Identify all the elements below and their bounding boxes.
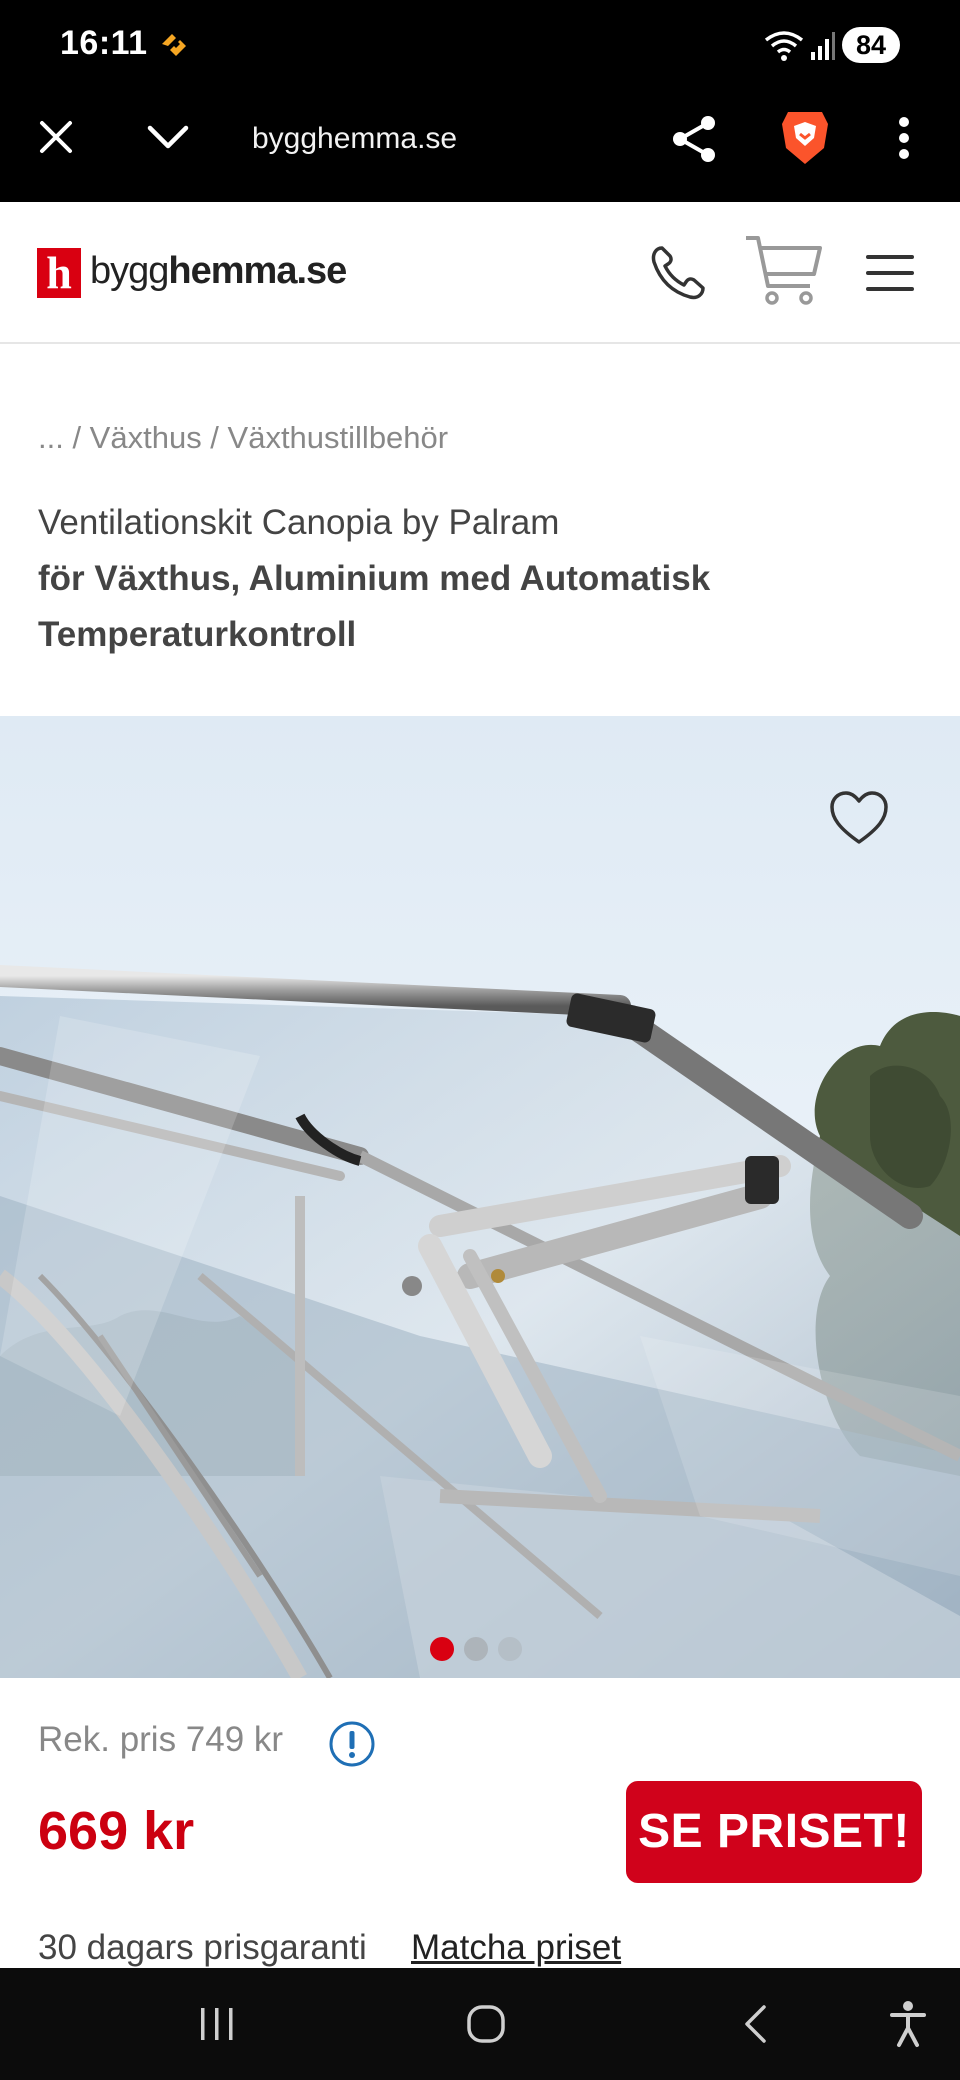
product-title-line1: för Växthus, Aluminium med Automatisk [38,559,711,598]
breadcrumb[interactable]: ... / Växthus / Växthustillbehör [38,420,448,456]
logo-mark[interactable]: h [37,248,81,298]
signal-icon [811,32,835,60]
close-icon[interactable] [38,119,74,155]
browser-toolbar: bygghemma.se [0,92,960,202]
chevron-down-icon[interactable] [146,122,190,152]
gallery-dot[interactable] [498,1637,522,1661]
brave-wallet-icon [162,34,186,56]
current-price: 669 kr [38,1801,195,1861]
status-bar: 16:11 84 [0,0,960,92]
phone-icon[interactable] [648,242,708,302]
recents-icon[interactable] [198,2006,236,2042]
greenhouse-vent-photo [0,716,960,1678]
product-title: Ventilationskit Canopia by Palram för Vä… [38,495,918,663]
product-image[interactable] [0,716,960,1678]
brave-lion-icon[interactable] [780,108,830,166]
logo-text-regular: bygg [90,250,169,292]
recommended-price: Rek. pris 749 kr [38,1720,284,1759]
site-header: h bygghemma.se [0,202,960,344]
logo-text-bold: hemma.se [168,250,347,292]
back-icon[interactable] [742,2004,768,2044]
home-icon[interactable] [466,2004,506,2044]
see-price-button[interactable]: SE PRISET! [626,1781,922,1883]
battery-indicator: 84 [842,27,900,63]
url-bar[interactable]: bygghemma.se [252,122,457,156]
more-vertical-icon[interactable] [898,116,910,160]
wifi-icon [764,31,804,61]
menu-icon[interactable] [864,252,916,294]
info-icon[interactable] [328,1720,376,1768]
accessibility-icon[interactable] [888,2000,928,2048]
status-time: 16:11 [60,24,148,62]
gallery-dot[interactable] [464,1637,488,1661]
product-title-line2: Temperaturkontroll [38,615,357,654]
match-price-link[interactable]: Matcha priset [411,1928,621,1968]
system-nav-bar [0,1968,960,2080]
share-icon[interactable] [670,114,718,164]
cart-icon[interactable] [744,232,822,308]
logo-text[interactable]: bygghemma.se [90,250,347,293]
heart-icon[interactable] [829,790,889,846]
product-brand-line: Ventilationskit Canopia by Palram [38,503,560,542]
price-guarantee: 30 dagars prisgaranti [38,1928,367,1967]
gallery-dot-active[interactable] [430,1637,454,1661]
